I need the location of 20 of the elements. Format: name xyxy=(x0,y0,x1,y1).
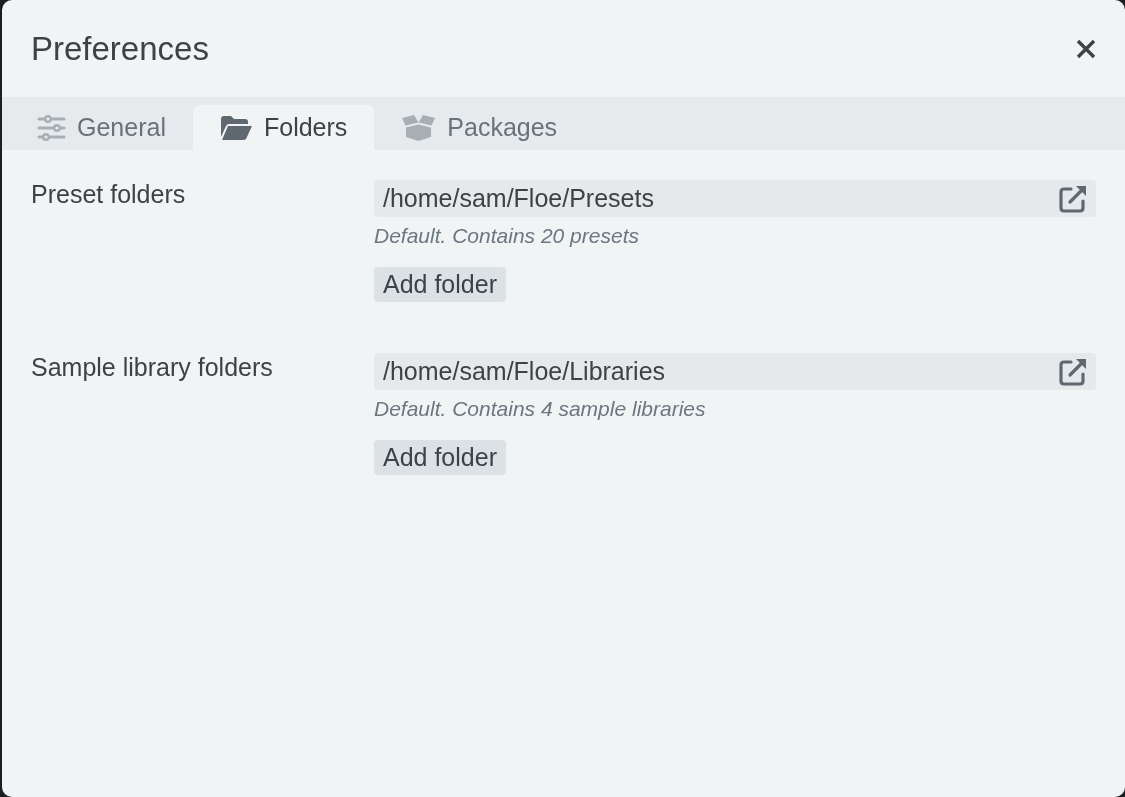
close-icon xyxy=(1076,38,1096,59)
external-link-icon xyxy=(1058,183,1088,214)
tab[interactable]: Packages xyxy=(374,105,585,150)
section-label: Sample library folders xyxy=(31,353,274,381)
external-link-icon xyxy=(1058,356,1088,387)
tab[interactable]: General xyxy=(10,105,193,150)
add-folder-button[interactable]: Add folder xyxy=(374,267,506,302)
folder-path: /home/sam/Floe/Presets xyxy=(383,184,654,213)
folder-icon xyxy=(219,114,253,141)
open-folder-button[interactable] xyxy=(1058,356,1088,387)
folder-note: Default. Contains 20 presets xyxy=(374,223,639,248)
tab[interactable]: Folders xyxy=(192,105,375,150)
dialog-title: Preferences xyxy=(31,29,209,68)
add-folder-button[interactable]: Add folder xyxy=(374,440,506,475)
open-folder-button[interactable] xyxy=(1058,183,1088,214)
sliders-icon xyxy=(37,114,66,141)
open-box-icon xyxy=(401,114,437,141)
folder-note: Default. Contains 4 sample libraries xyxy=(374,396,706,421)
folder-path: /home/sam/Floe/Libraries xyxy=(383,357,666,386)
section-label: Preset folders xyxy=(31,180,187,208)
